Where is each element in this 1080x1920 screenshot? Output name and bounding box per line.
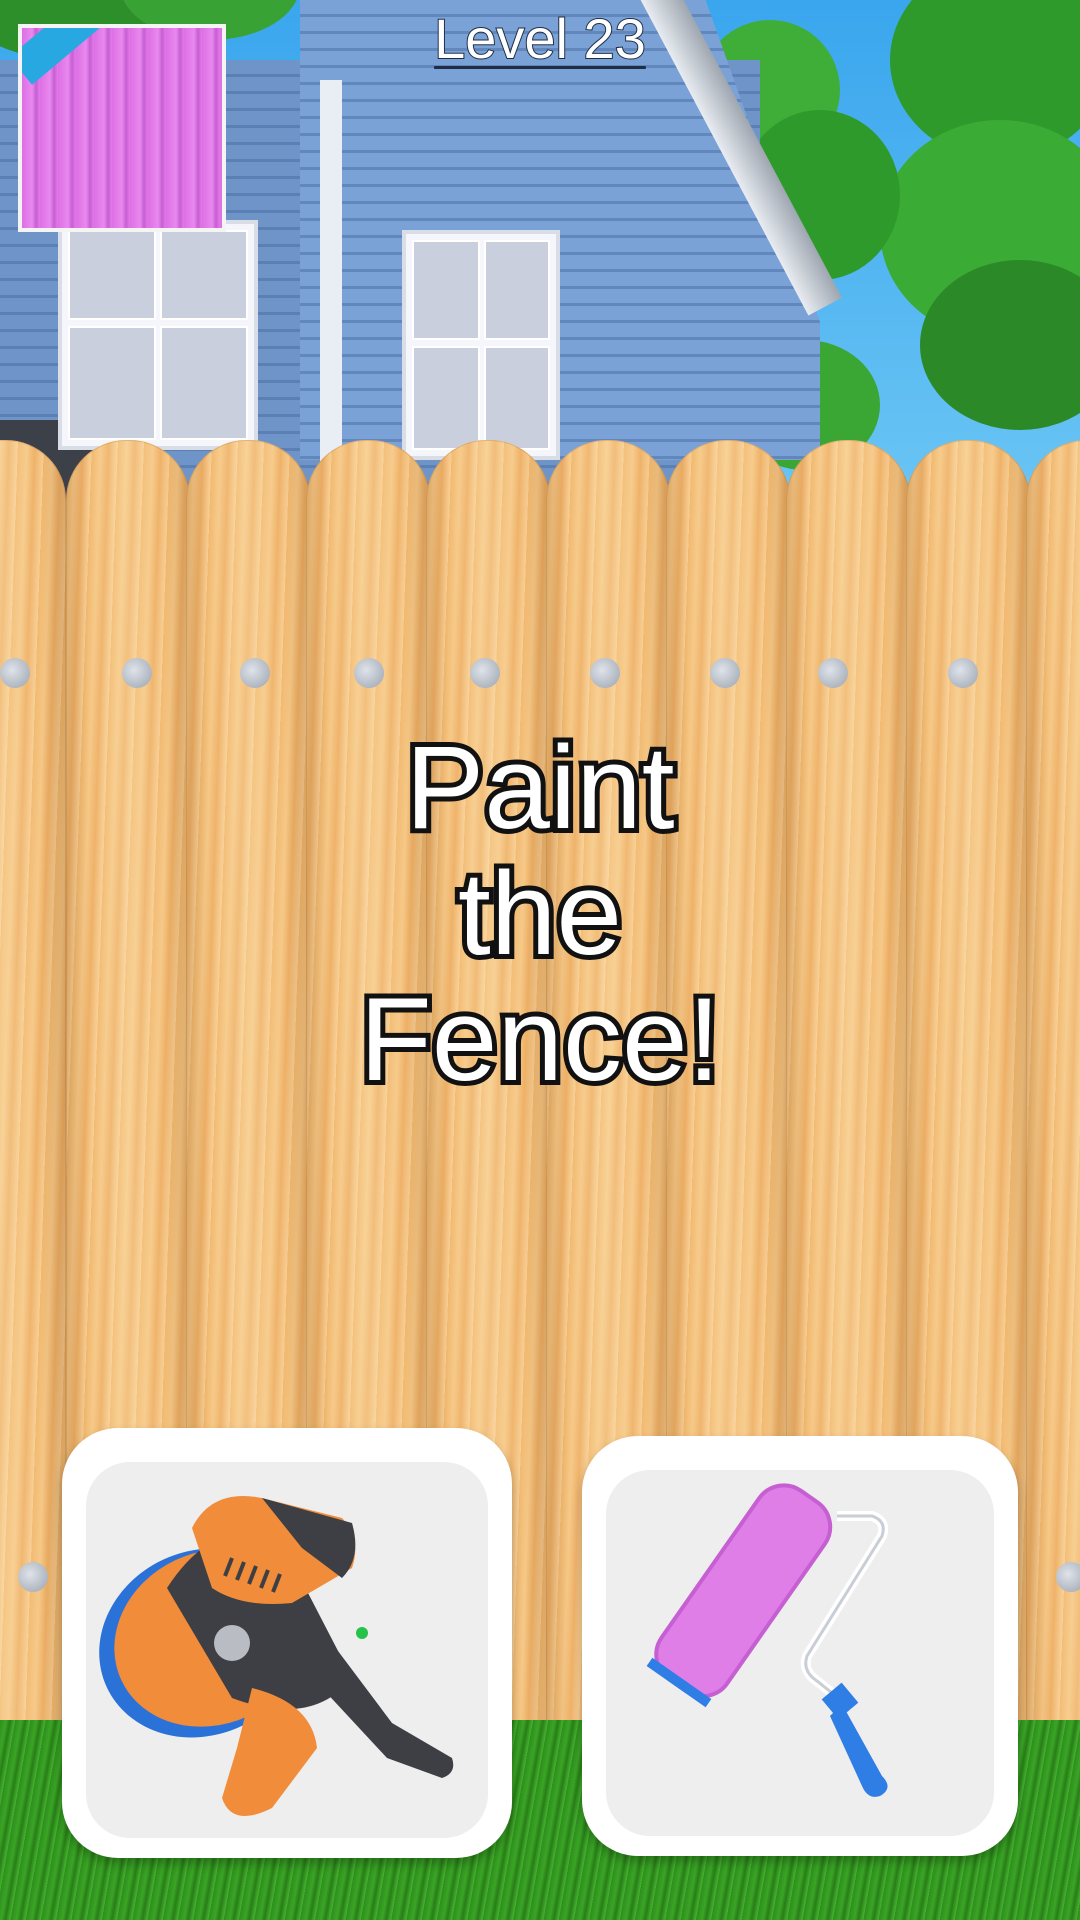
fence-nail — [354, 658, 384, 688]
preview-corner-ribbon — [22, 28, 102, 85]
target-color-preview — [18, 24, 226, 232]
fence-nail — [710, 658, 740, 688]
sander-tool-button[interactable] — [62, 1428, 512, 1858]
fence-nail — [590, 658, 620, 688]
paint-roller-icon — [646, 1483, 889, 1797]
orbital-sander-icon — [99, 1496, 454, 1816]
fence-nail — [1056, 1562, 1080, 1592]
fence-nail — [818, 658, 848, 688]
fence-nail — [122, 658, 152, 688]
fence-nail — [18, 1562, 48, 1592]
fence-nail — [0, 658, 30, 688]
fence-nail — [240, 658, 270, 688]
game-scene: Level 23 Paint the Fence! — [0, 0, 1080, 1920]
instruction-line-1: Paint — [401, 720, 680, 856]
fence-nail — [470, 658, 500, 688]
instruction-line-2: the — [453, 846, 627, 982]
instruction-headline: Paint the Fence! — [240, 720, 840, 1108]
instruction-line-3: Fence! — [355, 972, 726, 1108]
house-window-right — [402, 230, 560, 460]
fence-nail — [948, 658, 978, 688]
house-window-left — [58, 220, 258, 450]
paint-roller-tool-button[interactable] — [582, 1436, 1018, 1856]
house-corner-trim — [320, 80, 342, 480]
